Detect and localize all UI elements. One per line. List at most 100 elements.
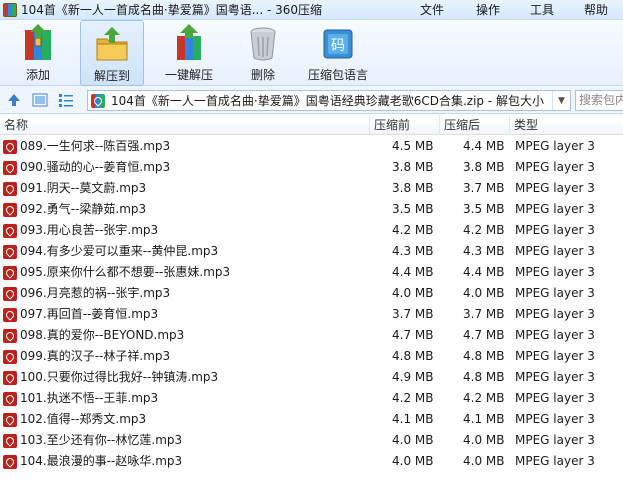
file-row[interactable]: 100.只要你过得比我好--钟镇涛.mp3 4.9 MB 4.8 MB MPEG la… — [0, 367, 623, 388]
mp3-file-icon — [3, 181, 17, 196]
chevron-down-icon[interactable]: ▼ — [552, 91, 570, 110]
column-size[interactable]: 压缩前 — [370, 115, 440, 135]
add-button-label: 添加 — [25, 68, 50, 82]
file-row[interactable]: 095.原来你什么都不想要--张惠妹.mp3 4.4 MB 4.4 MB MPEG l… — [0, 262, 623, 283]
menu-operate[interactable]: 操作 — [461, 0, 515, 20]
file-size: 3.8 MB — [392, 160, 434, 174]
file-name-cell: 101.执迷不悟--王菲.mp3 — [3, 388, 369, 409]
file-size: 4.0 MB — [392, 454, 434, 468]
delete-label: 删除 — [250, 68, 275, 82]
file-compressed-size: 3.5 MB — [463, 202, 505, 216]
thumbnail-view-icon[interactable] — [32, 92, 48, 108]
file-compressed-size: 4.0 MB — [463, 454, 505, 468]
file-type: MPEG layer 3 — [515, 307, 595, 321]
column-type[interactable]: 类型 — [510, 115, 623, 135]
file-type: MPEG layer 3 — [515, 349, 595, 363]
mp3-file-icon — [3, 412, 17, 427]
file-type: MPEG layer 3 — [515, 286, 595, 300]
file-name-cell: 090.骚动的心--姜育恒.mp3 — [3, 157, 369, 178]
delete-button[interactable]: 删除 — [238, 20, 288, 86]
mp3-file-icon — [3, 391, 17, 406]
path-field[interactable]: 104首《新一人一首成名曲·挚爱篇》国粤语经典珍藏老歌6CD合集.zip - 解… — [87, 90, 571, 111]
mp3-file-icon — [3, 370, 17, 385]
file-row[interactable]: 091.阴天--莫文蔚.mp3 3.8 MB 3.7 MB MPEG layer 3 — [0, 178, 623, 199]
search-input[interactable]: 搜索包内 — [575, 90, 623, 111]
path-text: 104首《新一人一首成名曲·挚爱篇》国粤语经典珍藏老歌6CD合集.zip - 解… — [111, 94, 544, 108]
file-type: MPEG layer 3 — [515, 244, 595, 258]
file-type: MPEG layer 3 — [515, 328, 595, 342]
add-archive-icon — [20, 24, 56, 62]
file-row[interactable]: 089.一生何求--陈百强.mp3 4.5 MB 4.4 MB MPEG layer … — [0, 136, 623, 157]
mp3-file-icon — [3, 160, 17, 175]
file-compressed-size: 4.4 MB — [463, 139, 505, 153]
file-name-cell: 095.原来你什么都不想要--张惠妹.mp3 — [3, 262, 369, 283]
file-compressed-size: 4.8 MB — [463, 370, 505, 384]
mp3-file-icon — [3, 139, 17, 154]
file-name-cell: 104.最浪漫的事--赵咏华.mp3 — [3, 451, 369, 472]
file-compressed-size: 3.8 MB — [463, 160, 505, 174]
archive-language-button[interactable]: 码 压缩包语言 — [302, 20, 374, 86]
file-name: 095.原来你什么都不想要--张惠妹.mp3 — [20, 265, 231, 279]
file-type: MPEG layer 3 — [515, 139, 595, 153]
menu-file[interactable]: 文件 — [405, 0, 459, 20]
column-compressed[interactable]: 压缩后 — [440, 115, 510, 135]
file-size: 4.4 MB — [392, 265, 434, 279]
file-type: MPEG layer 3 — [515, 202, 595, 216]
mp3-file-icon — [3, 244, 17, 259]
file-name: 089.一生何求--陈百强.mp3 — [20, 139, 171, 153]
file-size: 4.9 MB — [392, 370, 434, 384]
file-type: MPEG layer 3 — [515, 160, 595, 174]
file-name-cell: 098.真的爱你--BEYOND.mp3 — [3, 325, 369, 346]
file-row[interactable]: 098.真的爱你--BEYOND.mp3 4.7 MB 4.7 MB MPEG lay… — [0, 325, 623, 346]
file-type: MPEG layer 3 — [515, 412, 595, 426]
file-row[interactable]: 094.有多少爱可以重来--黄仲昆.mp3 4.3 MB 4.3 MB MPEG la… — [0, 241, 623, 262]
file-name-cell: 097.再回首--姜育恒.mp3 — [3, 304, 369, 325]
file-row[interactable]: 099.真的汉子--林子祥.mp3 4.8 MB 4.8 MB MPEG layer … — [0, 346, 623, 367]
file-name: 094.有多少爱可以重来--黄仲昆.mp3 — [20, 244, 219, 258]
file-name: 096.月亮惹的祸--张宇.mp3 — [20, 286, 171, 300]
file-name-cell: 103.至少还有你--林忆莲.mp3 — [3, 430, 369, 451]
file-size: 4.0 MB — [392, 286, 434, 300]
file-compressed-size: 4.3 MB — [463, 244, 505, 258]
file-size: 3.8 MB — [392, 181, 434, 195]
column-name[interactable]: 名称 — [0, 115, 370, 135]
add-button[interactable]: 添加 — [8, 20, 68, 86]
extract-to-button[interactable]: 解压到 — [80, 20, 144, 86]
file-name-cell: 091.阴天--莫文蔚.mp3 — [3, 178, 369, 199]
file-name: 104.最浪漫的事--赵咏华.mp3 — [20, 454, 183, 468]
file-row[interactable]: 092.勇气--梁静茹.mp3 3.5 MB 3.5 MB MPEG layer 3 — [0, 199, 623, 220]
file-size: 4.2 MB — [392, 391, 434, 405]
file-row[interactable]: 102.值得--郑秀文.mp3 4.1 MB 4.1 MB MPEG layer 3 — [0, 409, 623, 430]
mp3-file-icon — [3, 265, 17, 280]
menu-tools[interactable]: 工具 — [515, 0, 569, 20]
file-row[interactable]: 097.再回首--姜育恒.mp3 3.7 MB 3.7 MB MPEG layer 3 — [0, 304, 623, 325]
file-type: MPEG layer 3 — [515, 181, 595, 195]
file-type: MPEG layer 3 — [515, 370, 595, 384]
file-name: 091.阴天--莫文蔚.mp3 — [20, 181, 147, 195]
extract-to-label: 解压到 — [93, 69, 130, 83]
file-name: 102.值得--郑秀文.mp3 — [20, 412, 147, 426]
file-row[interactable]: 093.用心良苦--张宇.mp3 4.2 MB 4.2 MB MPEG layer 3 — [0, 220, 623, 241]
toolbar: 添加 解压到 一键解压 删除 码 压缩包语言 — [0, 20, 623, 86]
title-bar: 104首《新一人一首成名曲·挚爱篇》国粤语... - 360压缩 文件 操作 工… — [0, 0, 623, 20]
mp3-file-icon — [3, 454, 17, 469]
file-row[interactable]: 101.执迷不悟--王菲.mp3 4.2 MB 4.2 MB MPEG layer 3 — [0, 388, 623, 409]
file-row[interactable]: 090.骚动的心--姜育恒.mp3 3.8 MB 3.8 MB MPEG layer … — [0, 157, 623, 178]
file-compressed-size: 4.1 MB — [463, 412, 505, 426]
file-name-cell: 093.用心良苦--张宇.mp3 — [3, 220, 369, 241]
mp3-file-icon — [3, 202, 17, 217]
mp3-file-icon — [3, 223, 17, 238]
file-row[interactable]: 096.月亮惹的祸--张宇.mp3 4.0 MB 4.0 MB MPEG layer … — [0, 283, 623, 304]
file-size: 4.5 MB — [392, 139, 434, 153]
menu-help[interactable]: 帮助 — [569, 0, 623, 20]
list-view-icon[interactable] — [58, 92, 74, 108]
file-row[interactable]: 104.最浪漫的事--赵咏华.mp3 4.0 MB 4.0 MB MPEG layer… — [0, 451, 623, 472]
mp3-file-icon — [3, 286, 17, 301]
file-list: 089.一生何求--陈百强.mp3 4.5 MB 4.4 MB MPEG layer … — [0, 136, 623, 472]
one-click-extract-button[interactable]: 一键解压 — [158, 20, 220, 86]
column-header: 名称 压缩前 压缩后 类型 — [0, 115, 623, 135]
up-arrow-icon[interactable] — [6, 92, 22, 108]
file-row[interactable]: 103.至少还有你--林忆莲.mp3 4.0 MB 4.0 MB MPEG layer… — [0, 430, 623, 451]
file-name: 097.再回首--姜育恒.mp3 — [20, 307, 159, 321]
file-name: 093.用心良苦--张宇.mp3 — [20, 223, 159, 237]
